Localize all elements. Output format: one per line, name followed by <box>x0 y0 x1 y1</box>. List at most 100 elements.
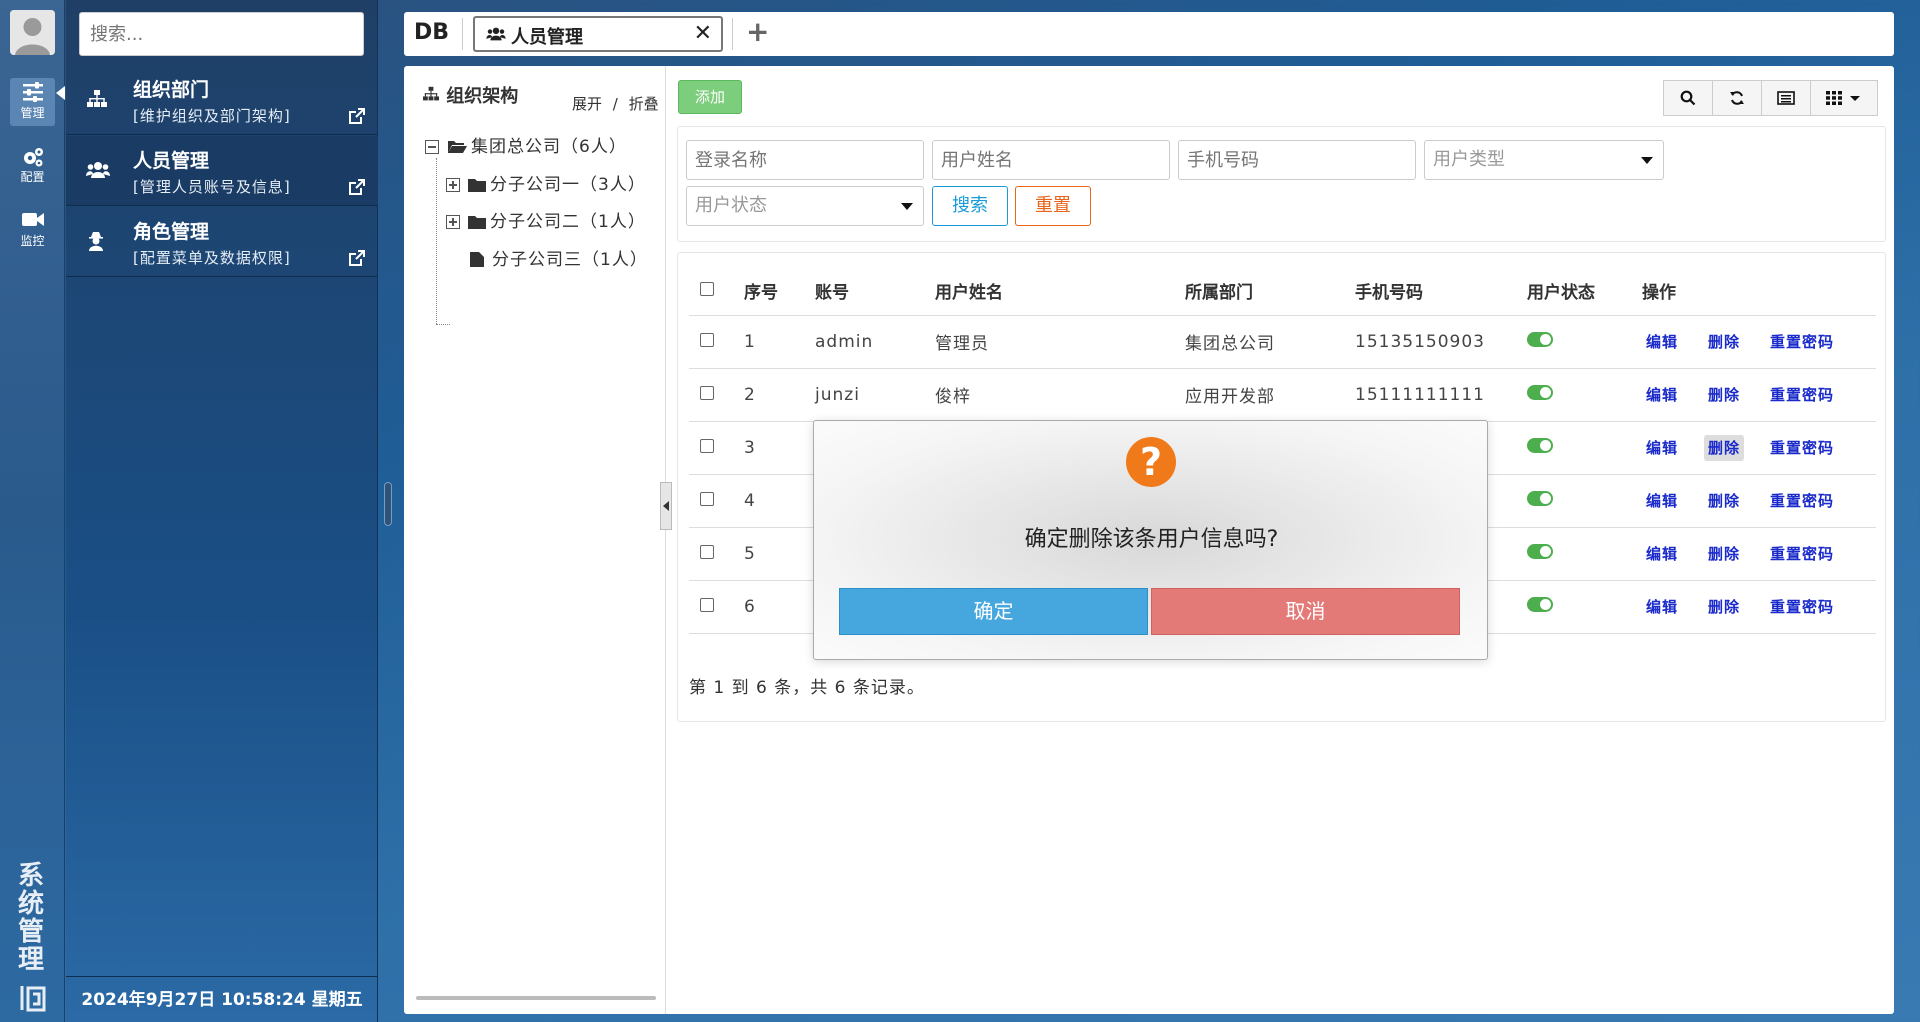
tab-personnel-management[interactable]: 人员管理 ✕ <box>473 16 723 52</box>
row-checkbox[interactable] <box>700 491 714 506</box>
edit-link[interactable]: 编辑 <box>1642 382 1682 408</box>
delete-link[interactable]: 删除 <box>1704 594 1744 620</box>
sidebar-menu: 组织部门 [维护组织及部门架构] 人员管理 [管理人员账号及信息] 角色管理 [… <box>66 0 378 1022</box>
collapse-tree-button[interactable] <box>660 482 672 530</box>
cell-phone: 15111111111 <box>1344 368 1516 422</box>
row-checkbox[interactable] <box>700 544 714 559</box>
cell-status <box>1516 474 1631 528</box>
row-checkbox[interactable] <box>700 438 714 453</box>
add-tab-icon[interactable]: + <box>746 15 769 48</box>
panel-resize-handle[interactable] <box>384 482 392 526</box>
edit-link[interactable]: 编辑 <box>1642 488 1682 514</box>
cell-actions: 编辑 删除 重置密码 <box>1631 580 1876 634</box>
confirm-button[interactable]: 确定 <box>839 588 1148 635</box>
rail-item-label: 配置 <box>20 170 45 184</box>
edit-link[interactable]: 编辑 <box>1642 541 1682 567</box>
folder-icon <box>468 179 486 192</box>
cell-status <box>1516 527 1631 581</box>
reset-password-link[interactable]: 重置密码 <box>1766 541 1838 567</box>
pagination-info: 第 1 到 6 条，共 6 条记录。 <box>689 678 925 698</box>
tree-node-leaf[interactable]: 分子公司三（1人） <box>470 245 648 270</box>
cancel-button[interactable]: 取消 <box>1151 588 1460 635</box>
delete-link[interactable]: 删除 <box>1704 541 1744 567</box>
header-checkbox-cell <box>689 267 733 316</box>
cell-phone: 15135150903 <box>1344 315 1516 369</box>
status-toggle[interactable] <box>1527 384 1553 400</box>
reset-password-link[interactable]: 重置密码 <box>1766 435 1838 461</box>
delete-link[interactable]: 删除 <box>1704 435 1745 461</box>
rail-item-monitor[interactable]: 监控 <box>10 206 55 254</box>
edit-link[interactable]: 编辑 <box>1642 329 1682 355</box>
close-icon[interactable]: ✕ <box>694 21 712 46</box>
reset-password-link[interactable]: 重置密码 <box>1766 594 1838 620</box>
delete-link[interactable]: 删除 <box>1704 382 1744 408</box>
horizontal-scrollbar[interactable] <box>416 996 656 1000</box>
tree-node-label: 分子公司一（3人） <box>490 175 646 195</box>
sidebar-item-title: 组织部门 <box>133 79 210 101</box>
delete-link[interactable]: 删除 <box>1704 488 1744 514</box>
folder-open-icon <box>448 141 467 153</box>
external-link-icon[interactable] <box>348 249 366 267</box>
login-name-input[interactable] <box>686 140 924 180</box>
user-name-input[interactable] <box>932 140 1170 180</box>
cell-name: 俊梓 <box>924 368 1174 422</box>
status-toggle[interactable] <box>1527 437 1553 453</box>
search-toggle-button[interactable] <box>1663 80 1713 116</box>
add-user-button[interactable]: 添加 <box>678 80 742 114</box>
collapse-toggle-icon[interactable] <box>425 140 439 154</box>
reset-password-link[interactable]: 重置密码 <box>1766 329 1838 355</box>
reset-password-link[interactable]: 重置密码 <box>1766 488 1838 514</box>
row-checkbox[interactable] <box>700 385 714 400</box>
sidebar-item-roles[interactable]: 角色管理 [配置菜单及数据权限] <box>66 207 378 277</box>
tree-node-branch[interactable]: 分子公司二（1人） <box>446 207 646 232</box>
column-header: 操作 <box>1631 267 1876 316</box>
tree-node-root[interactable]: 集团总公司（6人） <box>425 132 627 157</box>
collapse-all-link[interactable]: 折叠 <box>629 95 659 113</box>
grid-columns-icon <box>1826 91 1842 105</box>
cell-account: junzi <box>804 368 924 422</box>
sidebar-item-desc: [管理人员账号及信息] <box>133 178 291 196</box>
toggle-view-button[interactable] <box>1761 80 1811 116</box>
external-link-icon[interactable] <box>348 107 366 125</box>
phone-input[interactable] <box>1178 140 1416 180</box>
edit-link[interactable]: 编辑 <box>1642 594 1682 620</box>
status-toggle[interactable] <box>1527 596 1553 612</box>
sidebar-item-personnel[interactable]: 人员管理 [管理人员账号及信息] <box>66 136 378 206</box>
user-type-select[interactable]: 用户类型 <box>1424 140 1664 180</box>
columns-dropdown-button[interactable] <box>1810 80 1878 116</box>
status-toggle[interactable] <box>1527 543 1553 559</box>
tab-bar: DB 人员管理 ✕ + <box>404 12 1894 56</box>
tree-connector <box>436 158 437 324</box>
tree-node-label: 分子公司三（1人） <box>492 250 648 270</box>
sidebar-item-organization[interactable]: 组织部门 [维护组织及部门架构] <box>66 65 378 135</box>
reset-password-link[interactable]: 重置密码 <box>1766 382 1838 408</box>
cell-status <box>1516 368 1631 422</box>
status-toggle[interactable] <box>1527 490 1553 506</box>
brand-label: DB <box>414 20 450 45</box>
avatar[interactable] <box>10 10 55 55</box>
search-button[interactable]: 搜索 <box>932 186 1008 226</box>
edit-link[interactable]: 编辑 <box>1642 435 1682 461</box>
expand-all-link[interactable]: 展开 <box>572 95 602 113</box>
refresh-button[interactable] <box>1712 80 1762 116</box>
row-checkbox[interactable] <box>700 597 714 612</box>
row-checkbox-cell <box>689 368 733 422</box>
select-all-checkbox[interactable] <box>700 281 714 296</box>
tree-toolbar: 展开 / 折叠 <box>572 93 659 114</box>
status-toggle[interactable] <box>1527 331 1553 347</box>
rail-item-manage[interactable]: 管理 <box>10 78 55 126</box>
dialog-message: 确定删除该条用户信息吗? <box>1024 527 1279 552</box>
row-checkbox[interactable] <box>700 332 714 347</box>
tree-node-branch[interactable]: 分子公司一（3人） <box>446 170 646 195</box>
folder-icon <box>468 216 486 229</box>
menu-search-input[interactable] <box>79 12 364 56</box>
external-link-icon[interactable] <box>348 178 366 196</box>
reset-button[interactable]: 重置 <box>1015 186 1091 226</box>
delete-link[interactable]: 删除 <box>1704 329 1744 355</box>
expand-toggle-icon[interactable] <box>446 178 460 192</box>
tree-node-label: 集团总公司（6人） <box>471 137 627 157</box>
expand-toggle-icon[interactable] <box>446 215 460 229</box>
tree-title: 组织架构 <box>446 86 519 107</box>
user-status-select[interactable]: 用户状态 <box>686 186 924 226</box>
rail-item-config[interactable]: 配置 <box>10 142 55 190</box>
